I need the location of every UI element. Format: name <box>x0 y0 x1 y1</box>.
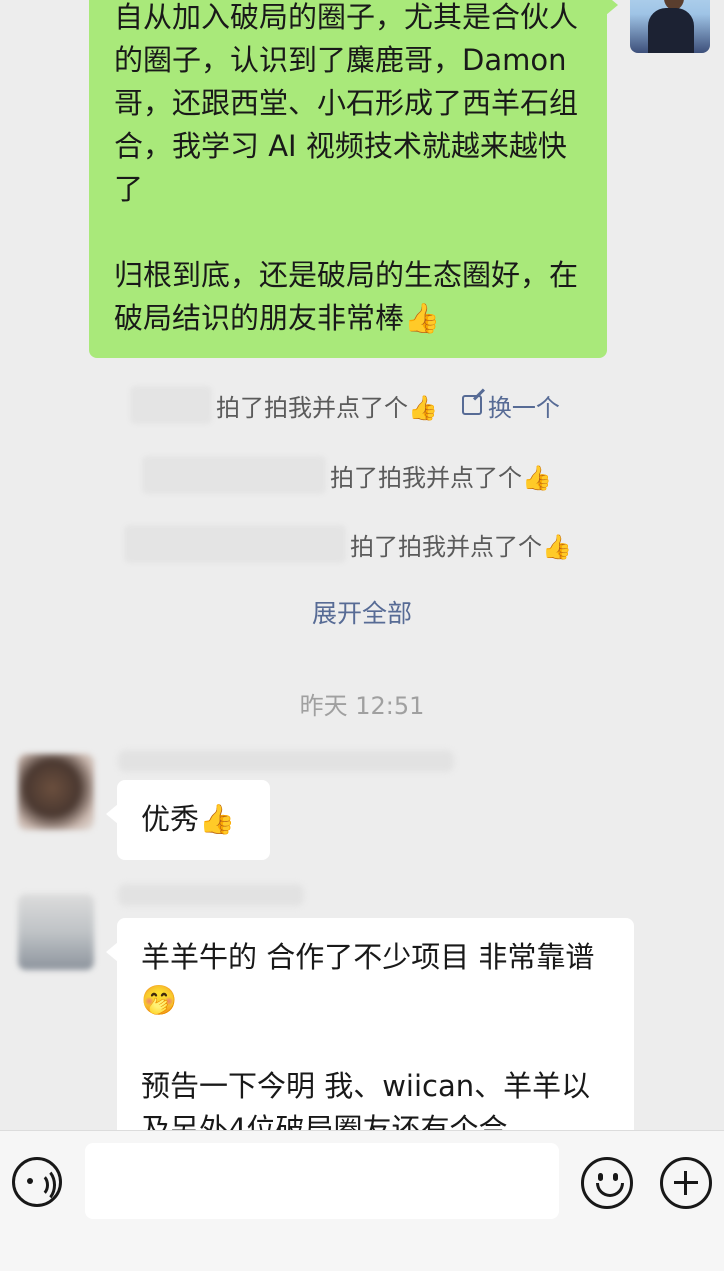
pat-text: 拍了拍我并点了个👍 <box>216 393 438 422</box>
blurred-name <box>124 525 346 563</box>
input-bar <box>0 1130 724 1271</box>
pat-notice: 拍了拍我并点了个👍 换一个 <box>130 380 560 430</box>
sender-avatar[interactable] <box>18 754 94 830</box>
plus-icon[interactable] <box>660 1157 712 1209</box>
pat-notice: 拍了拍我并点了个👍 <box>124 519 572 569</box>
swap-label: 换一个 <box>487 393 560 422</box>
message-bubble[interactable]: 羊羊牛的 合作了不少项目 非常靠谱🤭 预告一下今明 我、wiican、羊羊以及另… <box>106 918 634 1130</box>
self-avatar[interactable] <box>630 0 710 53</box>
pat-notice: 拍了拍我并点了个👍 <box>142 450 552 500</box>
sender-name <box>118 750 454 772</box>
pat-text: 拍了拍我并点了个👍 <box>330 463 552 492</box>
self-message-bubble[interactable]: 自从加入破局的圈子，尤其是合伙人的圈子，认识到了麋鹿哥，Damon哥，还跟西堂、… <box>89 0 618 358</box>
chat-area[interactable]: 自从加入破局的圈子，尤其是合伙人的圈子，认识到了麋鹿哥，Damon哥，还跟西堂、… <box>0 0 724 1130</box>
blurred-name <box>130 386 212 424</box>
pat-text: 拍了拍我并点了个👍 <box>350 532 572 561</box>
sender-avatar[interactable] <box>18 894 94 970</box>
timestamp: 昨天 12:51 <box>299 692 425 720</box>
emoji-icon[interactable] <box>581 1157 633 1209</box>
message-bubble[interactable]: 优秀👍 <box>106 780 270 860</box>
voice-icon[interactable] <box>12 1157 62 1207</box>
blurred-name <box>142 456 326 494</box>
message-input[interactable] <box>85 1143 559 1219</box>
sender-name <box>118 884 304 906</box>
expand-all-link[interactable]: 展开全部 <box>0 594 724 630</box>
edit-icon <box>461 395 482 415</box>
swap-button[interactable]: 换一个 <box>461 388 560 423</box>
